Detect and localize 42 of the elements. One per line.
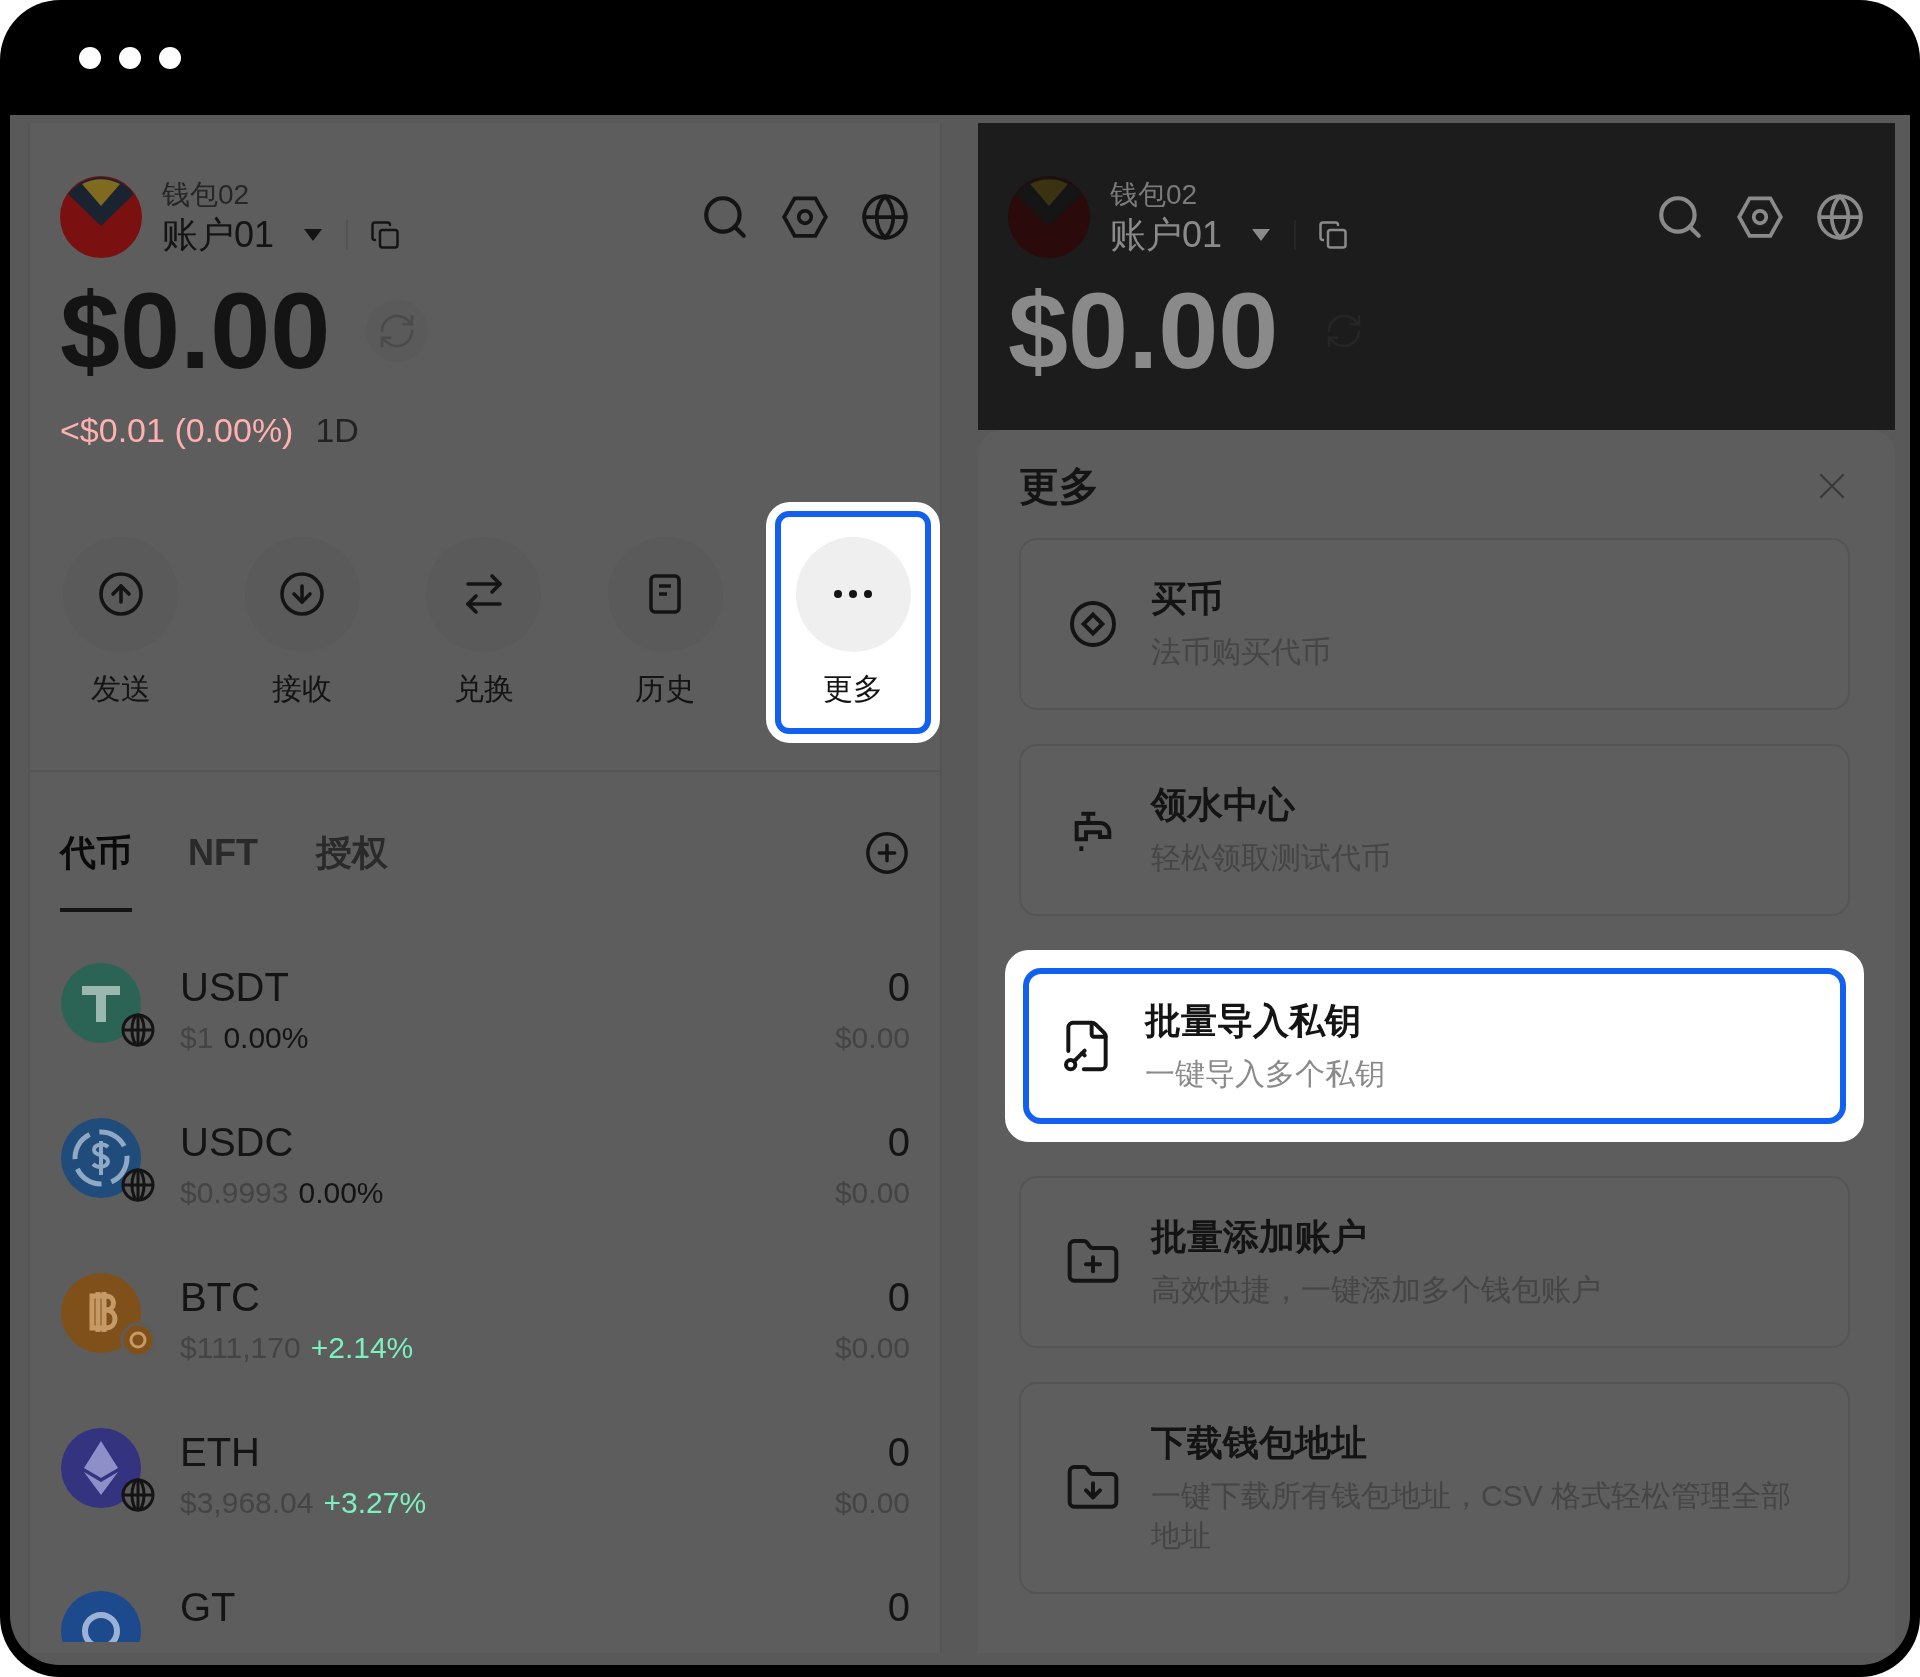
token-symbol: USDT xyxy=(180,964,290,1011)
globe-icon[interactable] xyxy=(1815,192,1865,242)
action-button[interactable]: 发送 xyxy=(30,536,212,708)
token-amount: 0 xyxy=(887,1584,910,1631)
avatar-icon xyxy=(60,176,142,258)
token-change: +2.14% xyxy=(310,1330,414,1366)
token-amount: 0 xyxy=(887,964,910,1011)
send-icon xyxy=(96,570,145,618)
sheet-title: 更多 xyxy=(1019,463,1099,510)
copy-icon[interactable] xyxy=(370,220,401,250)
token-symbol: ETH xyxy=(180,1429,261,1476)
more-icon xyxy=(833,589,873,599)
token-symbol: USDC xyxy=(180,1119,295,1166)
window-controls-icon xyxy=(78,45,182,70)
action-button[interactable]: 兑换 xyxy=(393,536,575,708)
token-change: 0.00% xyxy=(223,1020,309,1056)
token-change: +3.27% xyxy=(323,1485,427,1521)
token-amount: 0 xyxy=(887,1429,910,1476)
token-change: 0.00% xyxy=(298,1175,384,1211)
dropdown-caret-icon[interactable] xyxy=(1250,227,1273,243)
balance-change: <$0.01 (0.00%) xyxy=(60,410,294,451)
token-symbol: BTC xyxy=(180,1274,261,1321)
action-button[interactable]: 更多 xyxy=(775,510,931,734)
menu-card[interactable]: 批量导入私钥 一键导入多个私钥 xyxy=(1023,968,1846,1124)
action-button[interactable]: 接收 xyxy=(211,536,393,708)
token-amount: 0 xyxy=(887,1274,910,1321)
globe-icon[interactable] xyxy=(860,192,910,242)
copy-icon[interactable] xyxy=(1318,220,1349,250)
period-label: 1D xyxy=(315,410,359,451)
balance-amount: $0.00 xyxy=(60,276,331,386)
token-symbol: GT xyxy=(180,1584,236,1631)
avatar-icon xyxy=(1008,176,1090,258)
balance-amount: $0.00 xyxy=(1008,276,1279,386)
account-name[interactable]: 账户01 xyxy=(162,213,275,257)
action-button[interactable]: 历史 xyxy=(574,536,756,708)
tab[interactable]: 代币 xyxy=(60,830,132,912)
add-token-icon[interactable] xyxy=(864,830,910,876)
token-amount: 0 xyxy=(887,1119,910,1166)
wallet-name: 钱包02 xyxy=(1110,178,1199,212)
receive-icon xyxy=(278,570,327,618)
account-name[interactable]: 账户01 xyxy=(1110,213,1223,257)
dropdown-caret-icon[interactable] xyxy=(302,227,325,243)
